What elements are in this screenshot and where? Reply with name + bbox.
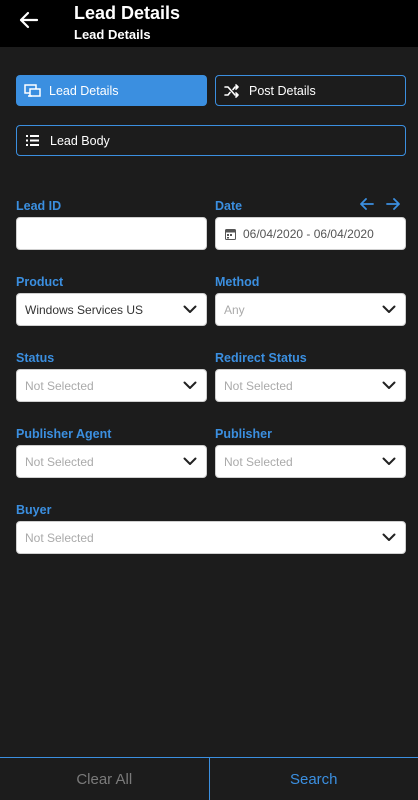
- page-title: Lead Details: [74, 3, 181, 23]
- lead-id-text[interactable]: [17, 218, 206, 249]
- date-label: Date: [215, 199, 243, 213]
- arrow-left-icon[interactable]: [360, 197, 376, 211]
- chevron-down-icon: [183, 305, 199, 315]
- date-range-field[interactable]: 06/04/2020 - 06/04/2020: [215, 217, 406, 250]
- publisher-label: Publisher: [215, 427, 272, 441]
- buyer-select[interactable]: Not Selected: [16, 521, 406, 554]
- tab-lead-body-label: Lead Body: [50, 133, 110, 148]
- monitor-network-icon: [24, 83, 42, 98]
- publisher-agent-value: Not Selected: [25, 454, 94, 469]
- chevron-down-icon: [382, 305, 398, 315]
- redirect-status-select[interactable]: Not Selected: [215, 369, 406, 402]
- status-select[interactable]: Not Selected: [16, 369, 207, 402]
- method-select[interactable]: Any: [215, 293, 406, 326]
- page-subtitle: Lead Details: [74, 27, 151, 42]
- tab-lead-details[interactable]: Lead Details: [16, 75, 207, 106]
- arrow-right-icon[interactable]: [386, 197, 402, 211]
- redirect-status-value: Not Selected: [224, 378, 293, 393]
- arrow-left-icon: [19, 11, 39, 34]
- publisher-agent-label: Publisher Agent: [16, 427, 112, 441]
- product-label: Product: [16, 275, 64, 289]
- buyer-value: Not Selected: [25, 530, 94, 545]
- calendar-icon: [225, 228, 236, 240]
- chevron-down-icon: [382, 533, 398, 543]
- search-button[interactable]: Search: [210, 758, 418, 800]
- product-select[interactable]: Windows Services US: [16, 293, 207, 326]
- chevron-down-icon: [183, 457, 199, 467]
- buyer-label: Buyer: [16, 503, 52, 517]
- tab-post-details[interactable]: Post Details: [215, 75, 406, 106]
- lead-id-label: Lead ID: [16, 199, 62, 213]
- method-value: Any: [224, 302, 245, 317]
- tab-post-details-label: Post Details: [249, 83, 316, 98]
- lead-id-input[interactable]: [16, 217, 207, 250]
- publisher-value: Not Selected: [224, 454, 293, 469]
- date-nav: [360, 197, 402, 211]
- back-button[interactable]: [16, 10, 42, 34]
- shuffle-icon: [224, 83, 242, 98]
- clear-all-button[interactable]: Clear All: [0, 758, 210, 800]
- chevron-down-icon: [183, 381, 199, 391]
- product-value: Windows Services US: [25, 302, 144, 317]
- list-icon: [25, 134, 43, 148]
- redirect-status-label: Redirect Status: [215, 351, 307, 365]
- tab-lead-details-label: Lead Details: [49, 83, 119, 98]
- publisher-select[interactable]: Not Selected: [215, 445, 406, 478]
- bottom-action-bar: Clear All Search: [0, 757, 418, 800]
- date-range-value: 06/04/2020 - 06/04/2020: [243, 226, 374, 241]
- publisher-agent-select[interactable]: Not Selected: [16, 445, 207, 478]
- tab-lead-body[interactable]: Lead Body: [16, 125, 406, 156]
- chevron-down-icon: [382, 381, 398, 391]
- method-label: Method: [215, 275, 260, 289]
- status-label: Status: [16, 351, 55, 365]
- chevron-down-icon: [382, 457, 398, 467]
- top-app-bar: Lead Details Lead Details: [0, 0, 418, 47]
- status-value: Not Selected: [25, 378, 94, 393]
